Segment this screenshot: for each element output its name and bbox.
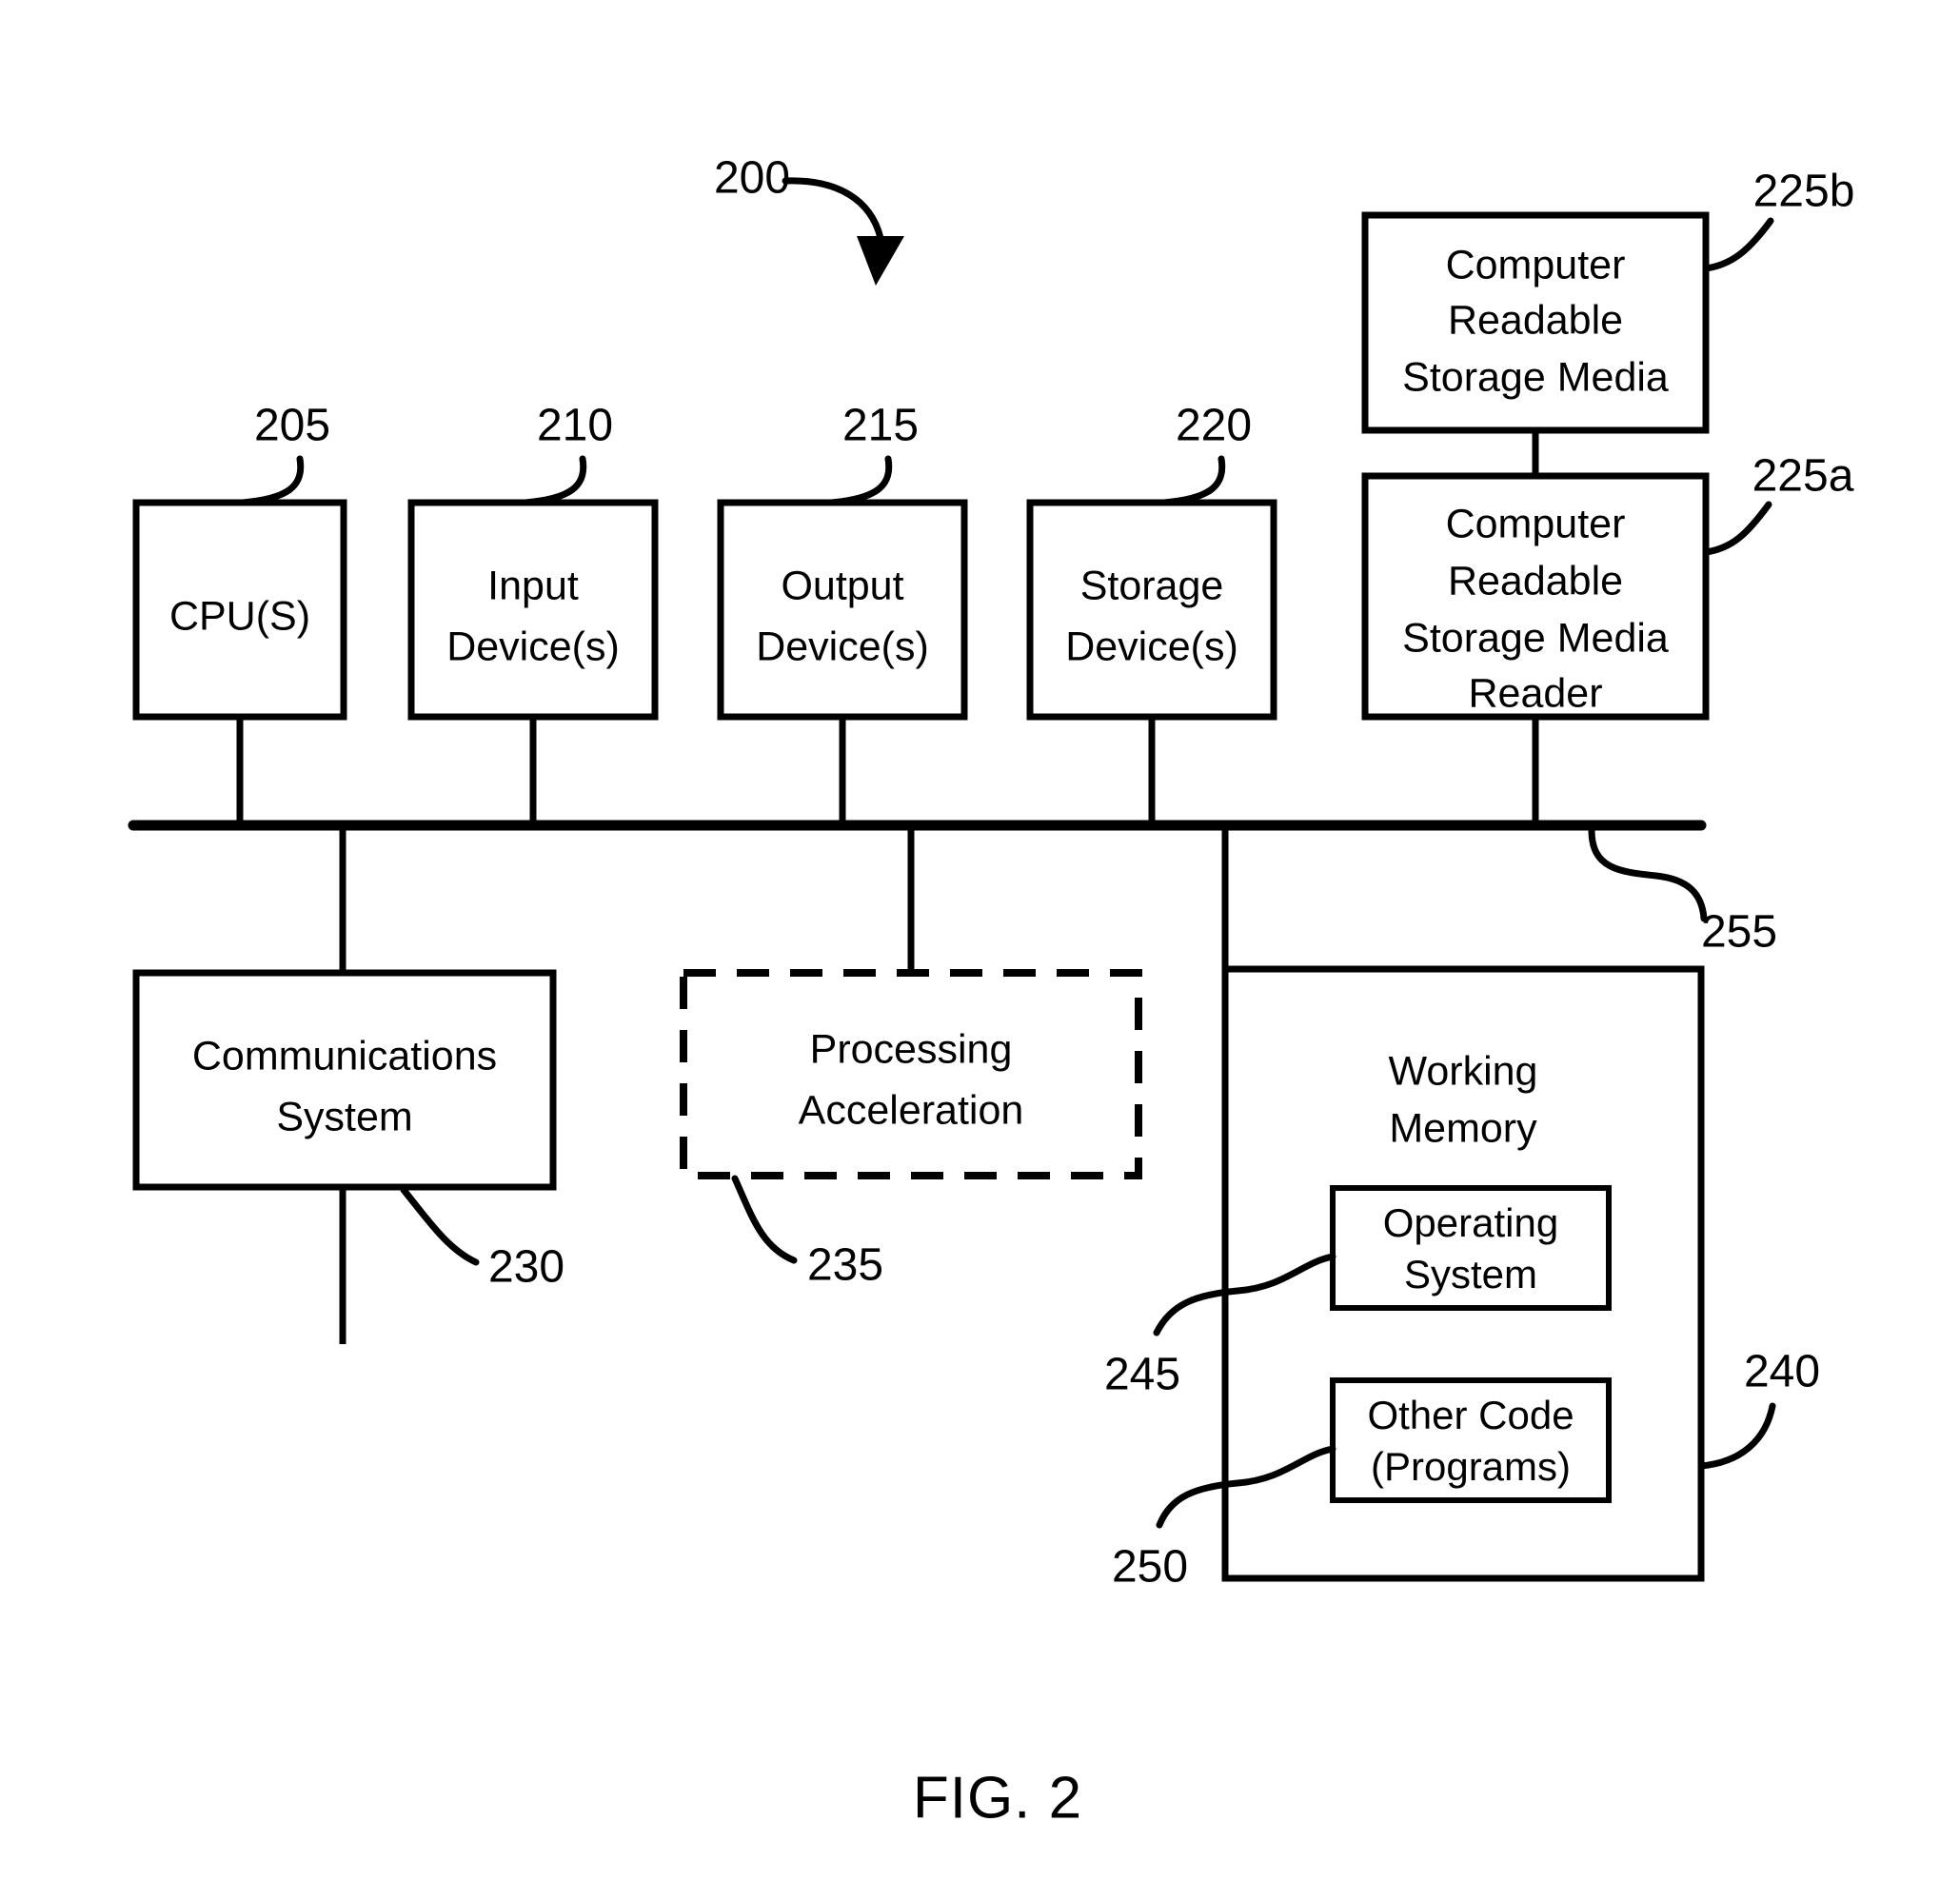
ref-210-leader [522,455,587,506]
block-os-label-1: Operating [1383,1200,1558,1245]
ref-230-leader [400,1186,480,1266]
block-output-label-2: Device(s) [756,624,929,669]
ref-225a: 225a [1752,451,1854,502]
block-reader-label-1: Computer [1446,501,1626,546]
figure-canvas: 200 CPU(S) 205 Input Device(s) 210 Outpu… [128,153,1855,1831]
ref-225b-leader [1702,217,1774,272]
block-input-label-1: Input [487,563,579,608]
ref-205-leader [239,455,305,506]
block-input-devices[interactable] [407,499,659,721]
ref-205: 205 [254,401,330,451]
block-communications-system[interactable] [132,969,557,1191]
block-comm-label-2: System [276,1094,412,1139]
ref-250-leader [1156,1445,1336,1529]
ref-235: 235 [807,1240,883,1291]
block-storage-label-2: Device(s) [1065,624,1238,669]
ref-215: 215 [842,401,919,451]
patent-figure: 200 CPU(S) 205 Input Device(s) 210 Outpu… [0,0,1960,1881]
block-reader-label-4: Reader [1468,670,1602,716]
block-cpu-label-1: CPU(S) [169,593,310,639]
block-wm-label-2: Memory [1389,1105,1537,1151]
ref-220-leader [1160,455,1226,506]
ref-200: 200 [714,153,790,204]
block-code-label-2: (Programs) [1371,1444,1571,1489]
ref-220: 220 [1176,401,1252,451]
ref-240-leader [1697,1402,1776,1470]
ref-235-leader [731,1175,798,1264]
block-input-label-2: Device(s) [446,624,620,669]
ref-245-leader [1153,1253,1336,1336]
block-accel-label-2: Acceleration [799,1087,1024,1133]
ref-255-leader [1588,826,1708,922]
figure-caption: FIG. 2 [913,1765,1082,1831]
block-os-label-2: System [1404,1252,1537,1297]
block-storage-devices[interactable] [1026,499,1277,721]
ref-200-arrowhead [857,236,904,286]
block-reader-label-2: Readable [1448,558,1623,604]
block-comm-label-1: Communications [192,1033,497,1079]
ref-245: 245 [1104,1350,1180,1400]
block-output-devices[interactable] [717,499,968,721]
block-processing-acceleration[interactable] [680,969,1142,1179]
block-crsm-label-1: Computer [1446,242,1626,287]
block-crsm-label-2: Readable [1448,297,1623,343]
block-reader-label-3: Storage Media [1402,615,1669,661]
ref-250: 250 [1112,1542,1188,1593]
block-accel-label-1: Processing [810,1026,1013,1072]
ref-225a-leader [1702,501,1772,556]
ref-215-leader [827,455,893,506]
block-wm-label-1: Working [1389,1048,1538,1094]
ref-225b: 225b [1753,167,1855,217]
block-output-label-1: Output [781,563,903,608]
ref-255: 255 [1701,907,1777,958]
block-code-label-1: Other Code [1367,1393,1574,1437]
ref-240: 240 [1744,1347,1820,1397]
ref-210: 210 [537,401,613,451]
ref-230: 230 [488,1242,564,1293]
block-crsm-label-3: Storage Media [1402,354,1669,400]
ref-200-leader [782,177,884,242]
block-storage-label-1: Storage [1080,563,1224,608]
